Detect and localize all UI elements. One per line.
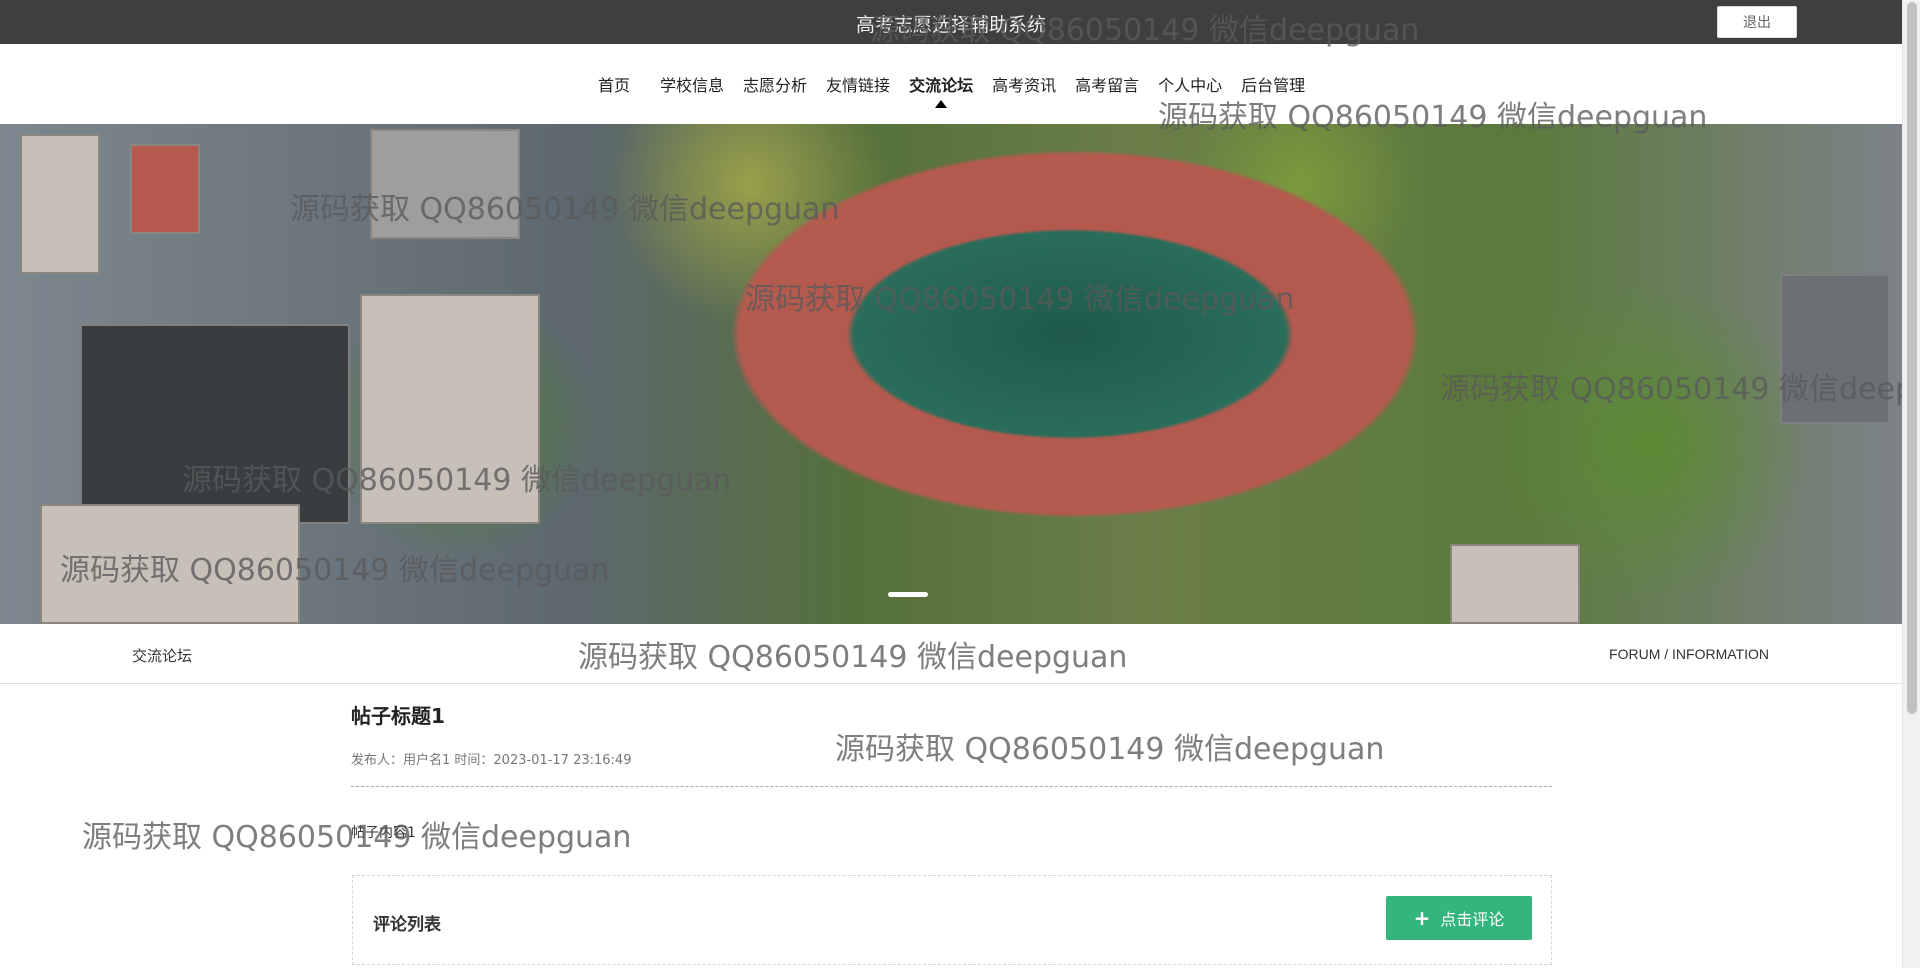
plus-icon: + xyxy=(1413,906,1431,930)
banner-building xyxy=(80,324,350,524)
nav-menu: 首页 学校信息 志愿分析 友情链接 交流论坛 高考资讯 高考留言 个人中心 后台… xyxy=(590,72,1324,108)
post-divider xyxy=(351,786,1552,787)
nav-item-exam-news[interactable]: 高考资讯 xyxy=(992,72,1056,96)
post-detail: 帖子标题1 发布人：用户名1 时间：2023-01-17 23:16:49 帖子… xyxy=(351,700,1552,842)
main-nav: 首页 学校信息 志愿分析 友情链接 交流论坛 高考资讯 高考留言 个人中心 后台… xyxy=(0,44,1902,124)
comment-list-panel: 评论列表 + 点击评论 xyxy=(352,875,1552,965)
site-title: 高考志愿选择辅助系统 xyxy=(855,14,1046,36)
page-scrollbar[interactable] xyxy=(1902,0,1920,968)
nav-item-admin[interactable]: 后台管理 xyxy=(1241,72,1305,96)
banner-slide-indicator[interactable] xyxy=(888,592,928,597)
breadcrumb: 交流论坛 xyxy=(132,647,193,665)
scrollbar-thumb[interactable] xyxy=(1907,2,1917,714)
banner-building xyxy=(1450,544,1580,624)
banner-building xyxy=(1780,274,1890,424)
nav-item-friend-links[interactable]: 友情链接 xyxy=(826,72,890,96)
nav-item-home[interactable]: 首页 xyxy=(598,72,630,96)
nav-item-volunteer-analysis[interactable]: 志愿分析 xyxy=(743,72,807,96)
banner-image xyxy=(0,124,1902,624)
banner-building xyxy=(20,134,100,274)
add-comment-label: 点击评论 xyxy=(1440,910,1505,929)
post-title: 帖子标题1 xyxy=(351,704,445,728)
section-header: 交流论坛 FORUM / INFORMATION xyxy=(0,624,1902,684)
add-comment-button[interactable]: + 点击评论 xyxy=(1386,896,1532,940)
banner-building xyxy=(360,294,540,524)
nav-item-school-info[interactable]: 学校信息 xyxy=(660,72,724,96)
nav-item-forum[interactable]: 交流论坛 xyxy=(909,72,973,108)
post-meta: 发布人：用户名1 时间：2023-01-17 23:16:49 xyxy=(351,753,632,768)
comment-list-heading: 评论列表 xyxy=(373,915,441,935)
nav-item-personal-center[interactable]: 个人中心 xyxy=(1158,72,1222,96)
banner-building xyxy=(40,504,300,624)
nav-item-exam-messages[interactable]: 高考留言 xyxy=(1075,72,1139,96)
section-subtitle: FORUM / INFORMATION xyxy=(1609,646,1769,662)
banner-building xyxy=(370,129,520,239)
banner-building xyxy=(130,144,200,234)
top-header-bar: 高考志愿选择辅助系统 退出 xyxy=(0,0,1902,44)
logout-button[interactable]: 退出 xyxy=(1717,6,1797,38)
post-content: 帖子内容1 xyxy=(351,825,416,841)
